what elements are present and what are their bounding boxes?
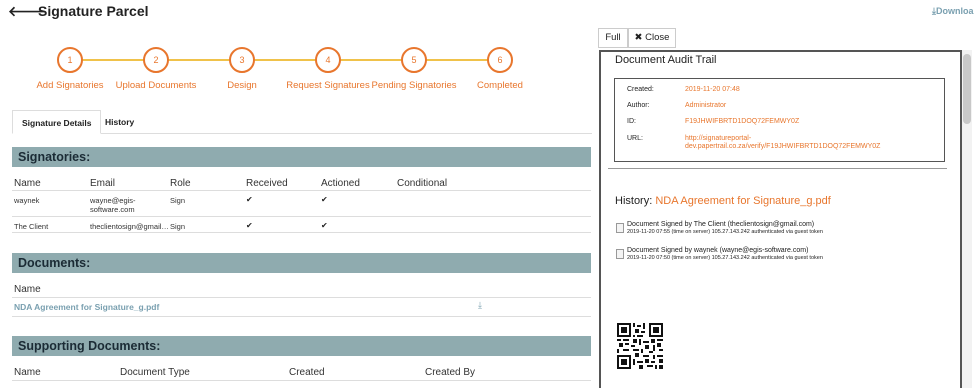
actioned-check-icon: ✔ — [321, 195, 328, 204]
row-divider — [12, 297, 591, 298]
signatory-name: The Client — [14, 222, 49, 231]
step-label[interactable]: Upload Documents — [116, 80, 197, 91]
step-circle[interactable]: 3 — [229, 47, 255, 73]
viewer-scroll-thumb[interactable] — [963, 54, 971, 124]
full-button[interactable]: Full — [598, 28, 628, 48]
step-circle[interactable]: 6 — [487, 47, 513, 73]
download-label: Downloa — [935, 6, 974, 16]
col-email: Email — [90, 178, 116, 189]
top-bar: 🡐 Signature Parcel ⤓Downloa — [0, 0, 974, 24]
step-circle[interactable]: 5 — [401, 47, 427, 73]
step-label[interactable]: Design — [227, 80, 257, 91]
signatory-email: wayne@egis- — [90, 196, 136, 205]
col-doc-type: Document Type — [120, 367, 190, 378]
step-circle[interactable]: 1 — [57, 47, 83, 73]
id-value: F19JHWIFBRTD1DOQ72FEMWY0Z — [685, 118, 800, 125]
col-name: Name — [14, 178, 41, 189]
col-created: Created — [289, 367, 325, 378]
stepper-line — [70, 59, 502, 61]
col-conditional: Conditional — [397, 178, 448, 189]
detail-tabs: Signature Details History — [12, 110, 592, 134]
step-label[interactable]: Add Signatories — [36, 80, 103, 91]
url-value-cont[interactable]: dev.papertrail.co.za/verify/F19JHWIFBRTD… — [685, 143, 880, 151]
received-check-icon: ✔ — [246, 221, 253, 230]
col-sup-name: Name — [14, 367, 41, 378]
step-label[interactable]: Completed — [477, 80, 523, 91]
tab-history[interactable]: History — [96, 110, 143, 134]
author-value: Administrator — [685, 102, 727, 109]
step-circle[interactable]: 2 — [143, 47, 169, 73]
col-doc-name: Name — [14, 284, 41, 295]
row-divider — [12, 316, 591, 317]
author-label: Author: — [627, 102, 650, 109]
close-button[interactable]: ✖ Close — [628, 28, 676, 48]
signatory-role: Sign — [170, 222, 186, 231]
document-icon — [616, 223, 624, 233]
page-title: Signature Parcel — [38, 3, 149, 19]
received-check-icon: ✔ — [246, 195, 253, 204]
history-entry-sub: 2019-11-20 07:50 (time on server) 105.27… — [627, 255, 823, 261]
col-received: Received — [246, 178, 288, 189]
document-link[interactable]: NDA Agreement for Signature_g.pdf — [14, 302, 159, 312]
signatory-email: theclientosign@gmail… — [90, 222, 169, 231]
history-entry-sub: 2019-11-20 07:55 (time on server) 105.27… — [627, 229, 823, 235]
row-divider — [12, 216, 591, 217]
created-label: Created: — [627, 86, 654, 93]
step-circle[interactable]: 4 — [315, 47, 341, 73]
step-label[interactable]: Pending Signatories — [371, 80, 456, 91]
signatories-heading: Signatories: — [12, 147, 591, 167]
step-label[interactable]: Request Signatures — [286, 80, 369, 91]
history-entry-main: Document Signed by The Client (theclient… — [627, 221, 815, 228]
history-doc-name: NDA Agreement for Signature_g.pdf — [655, 195, 831, 207]
tab-signature-details[interactable]: Signature Details — [12, 110, 102, 134]
row-divider — [12, 232, 591, 233]
documents-heading: Documents: — [12, 253, 591, 273]
row-divider — [12, 380, 591, 381]
history-entry-main: Document Signed by waynek (wayne@egis-so… — [627, 247, 809, 254]
url-label: URL: — [627, 135, 643, 142]
signatory-name: waynek — [14, 196, 40, 205]
supporting-docs-heading: Supporting Documents: — [12, 336, 591, 356]
id-label: ID: — [627, 118, 636, 125]
history-title: History: NDA Agreement for Signature_g.p… — [615, 195, 831, 207]
signatory-email-cont: software.com — [90, 205, 135, 214]
download-icon[interactable]: ⤓ — [478, 300, 482, 311]
signatory-role: Sign — [170, 196, 186, 205]
download-link[interactable]: ⤓Downloa — [932, 6, 973, 17]
col-actioned: Actioned — [321, 178, 360, 189]
col-role: Role — [170, 178, 191, 189]
url-value[interactable]: http://signatureportal- — [685, 135, 751, 143]
audit-title: Document Audit Trail — [615, 54, 717, 66]
row-divider — [12, 190, 591, 191]
history-label: History: — [615, 195, 653, 207]
viewer-divider — [608, 168, 947, 169]
actioned-check-icon: ✔ — [321, 221, 328, 230]
col-created-by: Created By — [425, 367, 476, 378]
qr-code-icon — [617, 323, 663, 369]
document-icon — [616, 249, 624, 259]
created-value: 2019-11-20 07:48 — [685, 86, 740, 93]
